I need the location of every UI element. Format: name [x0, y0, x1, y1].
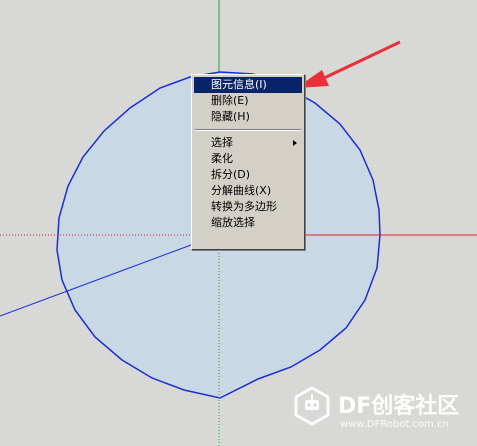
menu-item-soften[interactable]: 柔化 — [194, 151, 302, 167]
menu-item-convert-to-polygon[interactable]: 转换为多边形 — [194, 199, 302, 215]
dfrobot-logo-icon — [294, 386, 330, 426]
annotation-arrow — [296, 40, 401, 88]
watermark-title: DF创客社区 — [338, 394, 460, 419]
menu-item-divide[interactable]: 拆分(D) — [194, 167, 302, 183]
menu-item-entity-info[interactable]: 图元信息(I) — [194, 77, 302, 93]
watermark: DF创客社区 www.DFRobot.com.cn — [290, 384, 477, 444]
menu-separator — [195, 129, 301, 131]
watermark-url: www.DFRobot.com.cn — [340, 419, 449, 430]
menu-item-select[interactable]: 选择 — [194, 135, 302, 151]
menu-item-zoom-selection[interactable]: 缩放选择 — [194, 215, 302, 231]
menu-item-delete[interactable]: 删除(E) — [194, 93, 302, 109]
menu-item-explode-curve[interactable]: 分解曲线(X) — [194, 183, 302, 199]
modeling-viewport[interactable]: 图元信息(I) 删除(E) 隐藏(H) 选择 柔化 拆分(D) 分解曲线(X) … — [0, 0, 477, 446]
menu-item-hide[interactable]: 隐藏(H) — [194, 109, 302, 125]
context-menu: 图元信息(I) 删除(E) 隐藏(H) 选择 柔化 拆分(D) 分解曲线(X) … — [191, 74, 305, 250]
submenu-arrow-icon — [293, 140, 297, 146]
menu-item-select-label: 选择 — [211, 136, 233, 149]
